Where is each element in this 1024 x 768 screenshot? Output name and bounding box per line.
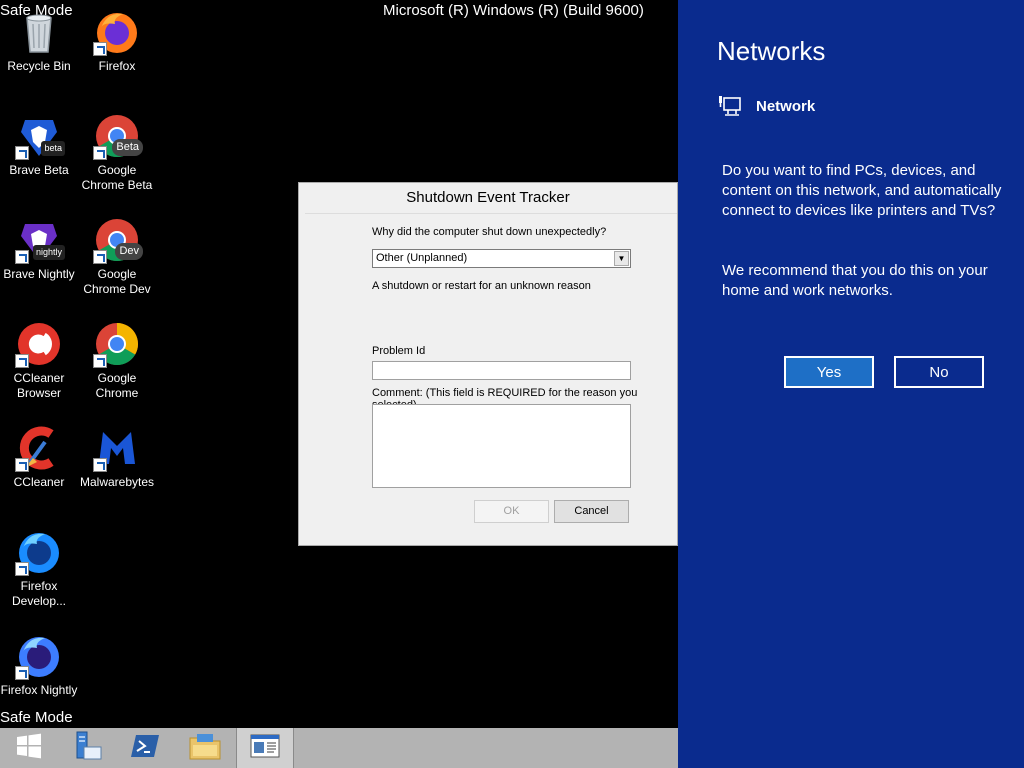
safe-mode-label-bottom: Safe Mode — [0, 709, 73, 726]
dev-badge: Dev — [115, 243, 143, 260]
taskbar — [0, 728, 678, 768]
shortcut-arrow-icon — [15, 250, 29, 264]
desktop-icon-label: Google Chrome Dev — [83, 267, 151, 296]
desktop-icon-chrome-dev[interactable]: Dev Google Chrome Dev — [78, 216, 156, 297]
no-button[interactable]: No — [894, 356, 984, 388]
shortcut-arrow-icon — [15, 354, 29, 368]
taskbar-file-explorer[interactable] — [176, 728, 234, 768]
network-name: Network — [756, 97, 816, 115]
ccleaner-browser-icon — [15, 320, 63, 368]
desktop-icon-label: Malwarebytes — [79, 475, 155, 489]
chrome-icon: Dev — [93, 216, 143, 264]
desktop-icon-brave-beta[interactable]: beta Brave Beta — [0, 112, 78, 178]
recycle-bin-icon — [15, 8, 63, 56]
problem-id-label: Problem Id — [372, 345, 426, 357]
chrome-icon — [93, 320, 141, 368]
desktop-icon-ccleaner[interactable]: CCleaner — [0, 424, 78, 490]
shortcut-arrow-icon — [93, 250, 107, 264]
desktop-icon-chrome-beta[interactable]: Beta Google Chrome Beta — [78, 112, 156, 193]
desktop-icon-firefox-developer[interactable]: Firefox Develop... — [0, 528, 78, 609]
shutdown-question-label: Why did the computer shut down unexpecte… — [372, 226, 607, 238]
desktop-icon-chrome[interactable]: Google Chrome — [78, 320, 156, 401]
beta-badge: Beta — [112, 139, 143, 156]
desktop-icon-label: CCleaner — [13, 475, 65, 489]
taskbar-shutdown-event-tracker[interactable] — [236, 728, 294, 768]
ok-button[interactable]: OK — [474, 500, 549, 523]
networks-panel: Networks Network Do you want to find PCs… — [678, 0, 1024, 768]
beta-badge: beta — [41, 141, 65, 156]
firefox-nightly-icon — [15, 632, 63, 680]
desktop: Safe Mode Microsoft (R) Windows (R) (Bui… — [0, 0, 678, 728]
desktop-icon-ccleaner-browser[interactable]: CCleaner Browser — [0, 320, 78, 401]
comment-textarea[interactable] — [372, 404, 631, 488]
file-explorer-icon — [189, 732, 221, 764]
cancel-button[interactable]: Cancel — [554, 500, 629, 523]
desktop-icon-recycle-bin[interactable]: Recycle Bin — [0, 8, 78, 74]
desktop-icon-label: Google Chrome — [95, 371, 139, 400]
desktop-icon-label: CCleaner Browser — [13, 371, 65, 400]
windows-build-label: Microsoft (R) Windows (R) (Build 9600) — [383, 2, 644, 19]
desktop-icon-label: Google Chrome Beta — [81, 163, 153, 192]
malwarebytes-icon — [93, 424, 141, 472]
network-recommendation: We recommend that you do this on your ho… — [722, 262, 988, 299]
desktop-icon-firefox-nightly[interactable]: Firefox Nightly — [0, 632, 78, 698]
desktop-icon-label: Brave Beta — [9, 163, 69, 177]
shortcut-arrow-icon — [15, 562, 29, 576]
brave-icon: nightly — [15, 216, 65, 264]
shortcut-arrow-icon — [15, 458, 29, 472]
dialog-title: Shutdown Event Tracker — [299, 183, 677, 213]
desktop-icon-label: Firefox Develop... — [11, 579, 67, 608]
network-discovery-question: Do you want to find PCs, devices, and co… — [722, 162, 1002, 219]
desktop-icon-label: Recycle Bin — [7, 59, 71, 73]
shortcut-arrow-icon — [93, 42, 107, 56]
desktop-icon-brave-nightly[interactable]: nightly Brave Nightly — [0, 216, 78, 282]
server-manager-icon — [70, 729, 104, 767]
shutdown-event-tracker-dialog: Shutdown Event Tracker Why did the compu… — [298, 182, 678, 546]
start-button[interactable] — [0, 728, 58, 768]
shortcut-arrow-icon — [93, 458, 107, 472]
desktop-icon-label: Firefox Nightly — [0, 683, 78, 697]
shutdown-reason-select[interactable]: Other (Unplanned) ▼ — [372, 249, 631, 268]
powershell-icon — [130, 733, 160, 763]
chrome-icon: Beta — [93, 112, 143, 160]
wired-network-icon — [718, 95, 742, 117]
dialog-body: Why did the computer shut down unexpecte… — [305, 213, 677, 539]
selected-reason-value: Other (Unplanned) — [376, 252, 468, 264]
yes-button[interactable]: Yes — [784, 356, 874, 388]
problem-id-input[interactable] — [372, 361, 631, 380]
taskbar-server-manager[interactable] — [58, 728, 116, 768]
desktop-icon-firefox[interactable]: Firefox — [78, 8, 156, 74]
taskbar-powershell[interactable] — [116, 728, 174, 768]
shutdown-event-tracker-icon — [250, 733, 280, 763]
shortcut-arrow-icon — [93, 146, 107, 160]
desktop-icon-malwarebytes[interactable]: Malwarebytes — [78, 424, 156, 490]
shortcut-arrow-icon — [15, 146, 29, 160]
reason-description: A shutdown or restart for an unknown rea… — [372, 280, 591, 292]
ccleaner-icon — [15, 424, 63, 472]
firefox-icon — [93, 8, 141, 56]
desktop-icon-label: Firefox — [98, 59, 136, 73]
desktop-icon-label: Brave Nightly — [3, 267, 75, 281]
brave-icon: beta — [15, 112, 65, 160]
shortcut-arrow-icon — [93, 354, 107, 368]
dropdown-arrow-icon[interactable]: ▼ — [614, 251, 629, 266]
start-icon — [16, 733, 42, 763]
shortcut-arrow-icon — [15, 666, 29, 680]
firefox-developer-icon — [15, 528, 63, 576]
networks-title: Networks — [717, 36, 826, 66]
nightly-badge: nightly — [32, 245, 65, 260]
network-item[interactable]: Network — [718, 94, 815, 118]
